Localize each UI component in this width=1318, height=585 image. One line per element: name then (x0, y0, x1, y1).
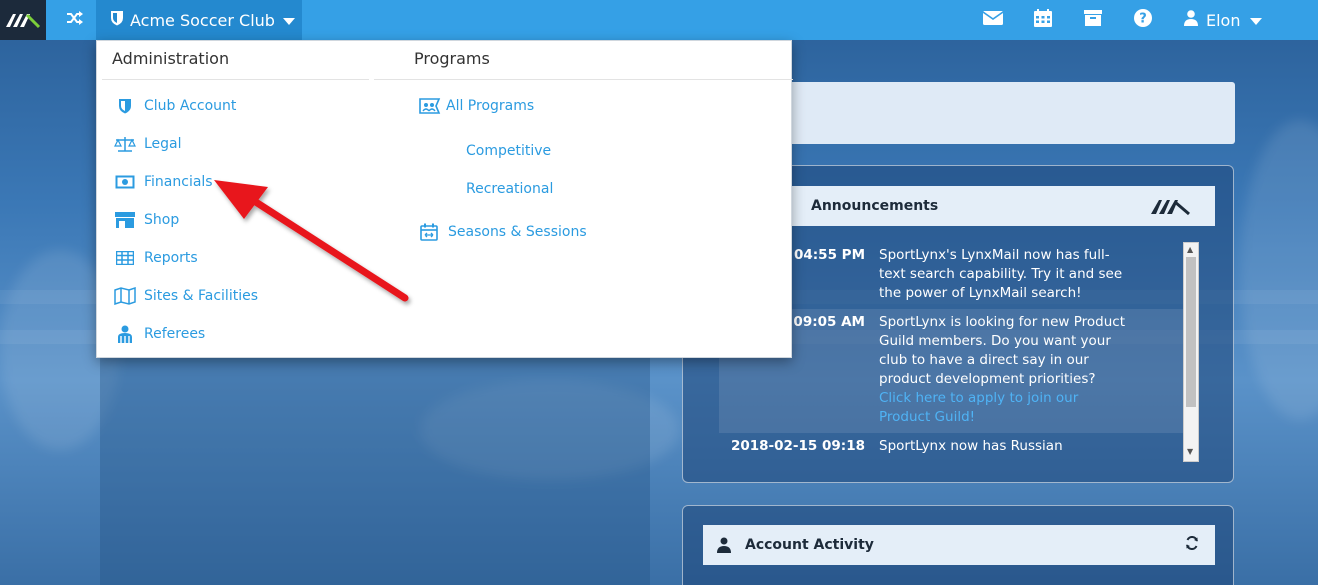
club-dropdown-menu: Administration Programs Club Account Leg… (96, 40, 793, 358)
switch-context-button[interactable] (56, 0, 94, 40)
announcement-date: 2018-02-15 09:18 AM (730, 438, 865, 454)
menu-item-label: Club Account (144, 98, 237, 114)
menu-item-competitive[interactable]: Competitive (466, 143, 551, 159)
menu-item-label: Referees (144, 326, 206, 342)
menu-item-label: Financials (144, 174, 213, 190)
club-menu-button[interactable]: Acme Soccer Club (96, 0, 302, 40)
menu-item-legal[interactable]: Legal (114, 132, 182, 156)
welcome-panel (785, 82, 1235, 144)
announcement-text-block: SportLynx is looking for new Product Gui… (879, 313, 1129, 427)
help-icon: ? (1134, 9, 1152, 31)
svg-text:?: ? (1139, 12, 1147, 27)
menu-item-seasons-sessions[interactable]: Seasons & Sessions (418, 220, 587, 244)
help-button[interactable]: ? (1124, 0, 1162, 40)
referee-icon (114, 325, 136, 343)
menu-item-label: All Programs (446, 98, 535, 114)
account-activity-widget: Account Activity (682, 505, 1234, 585)
chevron-down-icon (282, 11, 295, 30)
announcement-text: SportLynx is looking for new Product Gui… (879, 314, 1125, 387)
announcement-link[interactable]: Click here to apply to join our Product … (879, 390, 1078, 425)
shield-icon (114, 98, 136, 114)
team-flag-icon (418, 97, 442, 115)
user-menu-button[interactable]: Elon (1176, 0, 1286, 40)
shuffle-icon (67, 11, 83, 29)
account-activity-title: Account Activity (745, 537, 874, 553)
menu-item-label: Reports (144, 250, 198, 266)
mail-icon (982, 11, 1004, 29)
mail-button[interactable] (974, 0, 1012, 40)
divider (102, 79, 369, 80)
refresh-icon[interactable] (1185, 535, 1199, 554)
announcement-item: 2018-02-15 09:18 AM SportLynx now has Ru… (719, 433, 1199, 456)
table-icon (114, 251, 136, 265)
scroll-up-icon[interactable]: ▲ (1187, 245, 1193, 254)
menu-item-shop[interactable]: Shop (114, 208, 179, 232)
archive-icon (1084, 10, 1102, 30)
menu-item-recreational[interactable]: Recreational (466, 181, 553, 197)
menu-item-club-account[interactable]: Club Account (114, 94, 236, 118)
chevron-down-icon (1250, 11, 1263, 30)
scale-icon (114, 136, 136, 152)
top-navbar: Acme Soccer Club ? Elon (0, 0, 1318, 40)
map-icon (114, 287, 136, 305)
menu-item-financials[interactable]: Financials (114, 170, 213, 194)
administration-heading: Administration (112, 49, 230, 68)
account-activity-header: Account Activity (703, 525, 1215, 565)
menu-item-label: Sites & Facilities (144, 288, 258, 304)
menu-item-all-programs[interactable]: All Programs (418, 94, 534, 118)
menu-item-sites-facilities[interactable]: Sites & Facilities (114, 284, 258, 308)
scroll-thumb[interactable] (1186, 257, 1196, 407)
calendar-range-icon (418, 223, 440, 241)
user-name: Elon (1206, 10, 1241, 30)
announcement-text: SportLynx's LynxMail now has full-text s… (879, 247, 1123, 301)
calendar-icon (1034, 9, 1052, 31)
archive-button[interactable] (1074, 0, 1112, 40)
background-cloud (1240, 120, 1318, 420)
menu-item-label: Legal (144, 136, 182, 152)
menu-item-label: Shop (144, 212, 180, 228)
sportlynx-logo[interactable] (0, 0, 46, 40)
main-content-left (100, 355, 650, 585)
divider (374, 79, 793, 80)
money-icon (114, 175, 136, 189)
sportlynx-logo-icon (1149, 194, 1193, 222)
announcements-title: Announcements (811, 198, 939, 214)
menu-item-label: Seasons & Sessions (448, 224, 587, 240)
store-icon (114, 212, 136, 228)
programs-heading: Programs (414, 49, 490, 68)
scroll-down-icon[interactable]: ▼ (1187, 447, 1193, 456)
shield-icon (110, 10, 124, 30)
menu-item-reports[interactable]: Reports (114, 246, 198, 270)
announcements-scrollbar[interactable]: ▲ ▼ (1183, 242, 1199, 462)
club-name: Acme Soccer Club (130, 10, 275, 30)
calendar-button[interactable] (1024, 0, 1062, 40)
user-icon (717, 537, 731, 557)
user-icon (1184, 10, 1198, 30)
announcement-text: SportLynx now has Russian (879, 438, 1063, 454)
menu-item-referees[interactable]: Referees (114, 322, 205, 346)
